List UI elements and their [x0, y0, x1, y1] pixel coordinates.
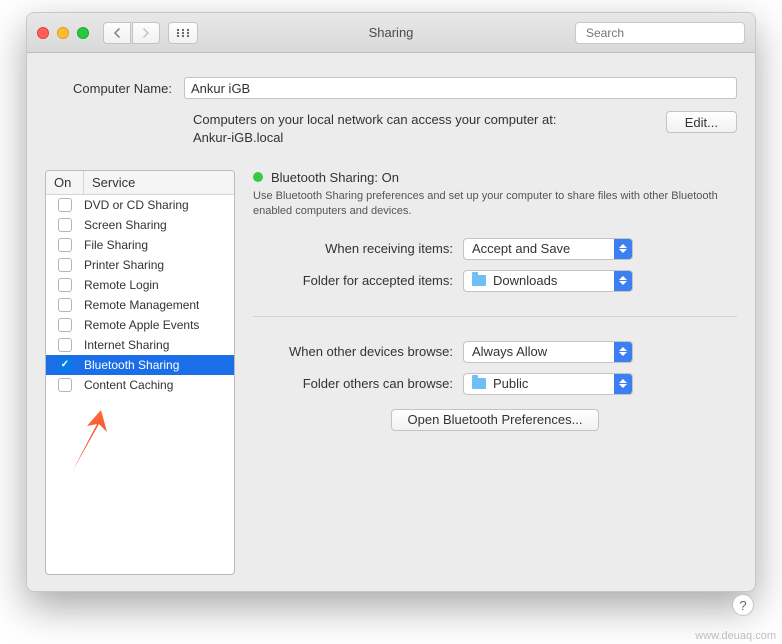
computer-name-subtext: Computers on your local network can acce…	[193, 111, 654, 148]
label-browse: When other devices browse:	[253, 344, 453, 359]
service-label: Content Caching	[84, 378, 173, 392]
table-row[interactable]: Printer Sharing	[46, 255, 234, 275]
edit-button[interactable]: Edit...	[666, 111, 737, 133]
folder-icon	[472, 378, 486, 389]
computer-name-input[interactable]	[184, 77, 737, 99]
popup-browse[interactable]: Always Allow	[463, 341, 633, 363]
col-service: Service	[84, 171, 143, 194]
service-checkbox[interactable]	[58, 298, 72, 312]
detail-pane: Bluetooth Sharing: On Use Bluetooth Shar…	[253, 170, 737, 575]
help-button[interactable]: ?	[732, 594, 754, 616]
service-checkbox[interactable]	[58, 218, 72, 232]
popup-folder-browse[interactable]: Public	[463, 373, 633, 395]
service-checkbox[interactable]	[58, 378, 72, 392]
chevron-updown-icon	[614, 239, 632, 259]
chevron-updown-icon	[614, 342, 632, 362]
table-row[interactable]: Remote Apple Events	[46, 315, 234, 335]
status-text: Bluetooth Sharing: On	[271, 170, 399, 185]
close-icon[interactable]	[37, 27, 49, 39]
service-label: Screen Sharing	[84, 218, 167, 232]
titlebar: Sharing	[27, 13, 755, 53]
table-row[interactable]: Bluetooth Sharing	[46, 355, 234, 375]
search-field[interactable]	[575, 22, 745, 44]
back-button[interactable]	[103, 22, 131, 44]
service-checkbox[interactable]	[58, 338, 72, 352]
folder-icon	[472, 275, 486, 286]
service-checkbox[interactable]	[58, 278, 72, 292]
service-checkbox[interactable]	[58, 318, 72, 332]
watermark: www.deuaq.com	[695, 630, 776, 642]
services-table-header: On Service	[46, 171, 234, 195]
service-label: Remote Login	[84, 278, 159, 292]
nav-buttons	[103, 22, 160, 44]
forward-button[interactable]	[132, 22, 160, 44]
table-row[interactable]: File Sharing	[46, 235, 234, 255]
service-label: Internet Sharing	[84, 338, 169, 352]
service-label: Remote Management	[84, 298, 199, 312]
table-row[interactable]: Remote Login	[46, 275, 234, 295]
content: Computer Name: Computers on your local n…	[27, 53, 755, 591]
services-list: DVD or CD Sharing Screen Sharing File Shar…	[46, 195, 234, 574]
open-bluetooth-prefs-button[interactable]: Open Bluetooth Preferences...	[391, 409, 600, 431]
service-label: Bluetooth Sharing	[84, 358, 179, 372]
popup-folder-accepted[interactable]: Downloads	[463, 270, 633, 292]
table-row[interactable]: DVD or CD Sharing	[46, 195, 234, 215]
table-row[interactable]: Screen Sharing	[46, 215, 234, 235]
service-label: Printer Sharing	[84, 258, 164, 272]
service-label: DVD or CD Sharing	[84, 198, 189, 212]
status-dot-icon	[253, 172, 263, 182]
divider	[253, 316, 737, 317]
table-row[interactable]: Internet Sharing	[46, 335, 234, 355]
status-desc: Use Bluetooth Sharing preferences and se…	[253, 189, 737, 220]
table-row[interactable]: Remote Management	[46, 295, 234, 315]
preferences-window: Sharing Computer Name: Computers on your…	[26, 12, 756, 592]
service-label: Remote Apple Events	[84, 318, 199, 332]
table-row[interactable]: Content Caching	[46, 375, 234, 395]
chevron-updown-icon	[614, 271, 632, 291]
popup-receiving[interactable]: Accept and Save	[463, 238, 633, 260]
traffic-lights	[37, 27, 89, 39]
service-checkbox[interactable]	[58, 258, 72, 272]
services-table: On Service DVD or CD Sharing Screen Shari…	[45, 170, 235, 575]
col-on: On	[46, 171, 84, 194]
search-input[interactable]	[586, 26, 741, 40]
service-checkbox[interactable]	[58, 198, 72, 212]
zoom-icon[interactable]	[77, 27, 89, 39]
service-checkbox[interactable]	[58, 358, 72, 372]
label-folder-browse: Folder others can browse:	[253, 376, 453, 391]
label-receiving: When receiving items:	[253, 241, 453, 256]
label-folder-accepted: Folder for accepted items:	[253, 273, 453, 288]
minimize-icon[interactable]	[57, 27, 69, 39]
show-all-button[interactable]	[168, 22, 198, 44]
computer-name-label: Computer Name:	[73, 81, 172, 96]
service-checkbox[interactable]	[58, 238, 72, 252]
service-label: File Sharing	[84, 238, 148, 252]
chevron-updown-icon	[614, 374, 632, 394]
